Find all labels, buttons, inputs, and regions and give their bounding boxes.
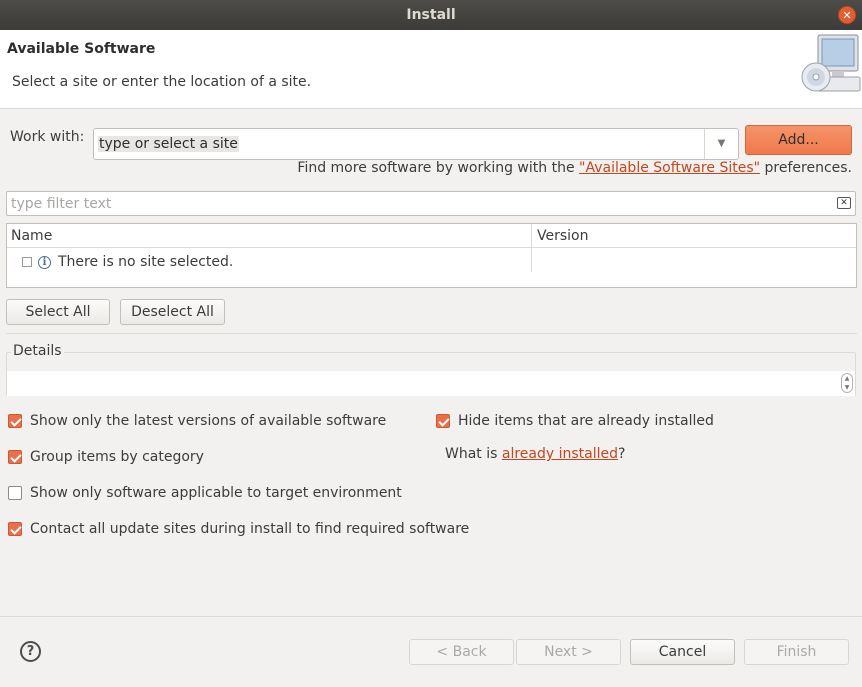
cancel-button[interactable]: Cancel [630,639,735,665]
software-table: Name Version i There is no site selected… [6,223,857,288]
what-is-prefix: What is [445,446,502,462]
scroll-spinner-icon[interactable]: ▲ ▼ [841,373,853,393]
checkbox-unchecked-icon[interactable] [8,486,22,500]
page-subtitle: Select a site or enter the location of a… [12,74,312,90]
work-with-value[interactable]: type or select a site [98,136,239,152]
add-site-button[interactable]: Add... [745,125,852,155]
table-row[interactable]: i There is no site selected. [22,252,233,272]
clear-filter-icon[interactable]: ✕ [837,197,851,209]
checkbox-checked-icon[interactable] [8,414,22,428]
back-button[interactable]: < Back [409,639,514,665]
hide-installed-label: Hide items that are already installed [458,413,714,429]
help-icon[interactable]: ? [20,641,41,662]
hide-installed-checkbox[interactable]: Hide items that are already installed [436,413,714,429]
software-banner-icon [801,34,861,92]
wizard-header: Available Software Select a site or ente… [0,30,862,109]
group-by-category-checkbox[interactable]: Group items by category [8,449,204,465]
dropdown-arrow-icon[interactable]: ▼ [704,129,738,159]
column-header-name[interactable]: Name [11,228,52,244]
group-by-category-label: Group items by category [30,449,204,465]
checkbox-checked-icon[interactable] [436,414,450,428]
column-divider [531,224,532,272]
next-button[interactable]: Next > [516,639,621,665]
select-all-button[interactable]: Select All [6,299,110,325]
checkbox-checked-icon[interactable] [8,522,22,536]
finish-button[interactable]: Finish [744,639,849,665]
find-more-prefix: Find more software by working with the [297,160,580,176]
what-is-installed-text: What is already installed? [445,446,625,462]
latest-versions-checkbox[interactable]: Show only the latest versions of availab… [8,413,386,429]
window-titlebar: Install ✕ [0,0,862,30]
checkbox-checked-icon[interactable] [8,450,22,464]
deselect-all-button[interactable]: Deselect All [120,299,225,325]
find-more-suffix: preferences. [760,160,853,176]
contact-sites-label: Contact all update sites during install … [30,521,470,537]
close-icon[interactable]: ✕ [838,6,856,24]
window-title: Install [406,7,456,23]
work-with-label: Work with: [10,129,85,145]
column-header-version[interactable]: Version [537,228,588,244]
work-with-combo[interactable]: type or select a site ▼ [93,128,739,160]
info-icon: i [38,255,51,269]
details-text-area[interactable]: ▲ ▼ [7,371,855,396]
row-checkbox[interactable] [22,257,32,267]
filter-placeholder: type filter text [11,196,112,212]
details-label: Details [11,343,64,359]
what-is-suffix: ? [618,446,626,462]
latest-versions-label: Show only the latest versions of availab… [30,413,387,429]
contact-sites-checkbox[interactable]: Contact all update sites during install … [8,521,469,537]
target-env-checkbox[interactable]: Show only software applicable to target … [8,485,402,501]
divider [6,333,857,334]
table-header: Name Version [7,224,856,248]
filter-input[interactable]: type filter text ✕ [6,191,856,216]
find-more-text: Find more software by working with the "… [297,160,852,176]
target-env-label: Show only software applicable to target … [30,485,402,501]
page-title: Available Software [7,41,156,57]
footer-divider [0,616,862,617]
details-group: Details ▲ ▼ [6,343,856,396]
row-name: There is no site selected. [58,254,234,270]
already-installed-link[interactable]: already installed [502,446,618,462]
available-sites-link[interactable]: "Available Software Sites" [579,160,760,176]
